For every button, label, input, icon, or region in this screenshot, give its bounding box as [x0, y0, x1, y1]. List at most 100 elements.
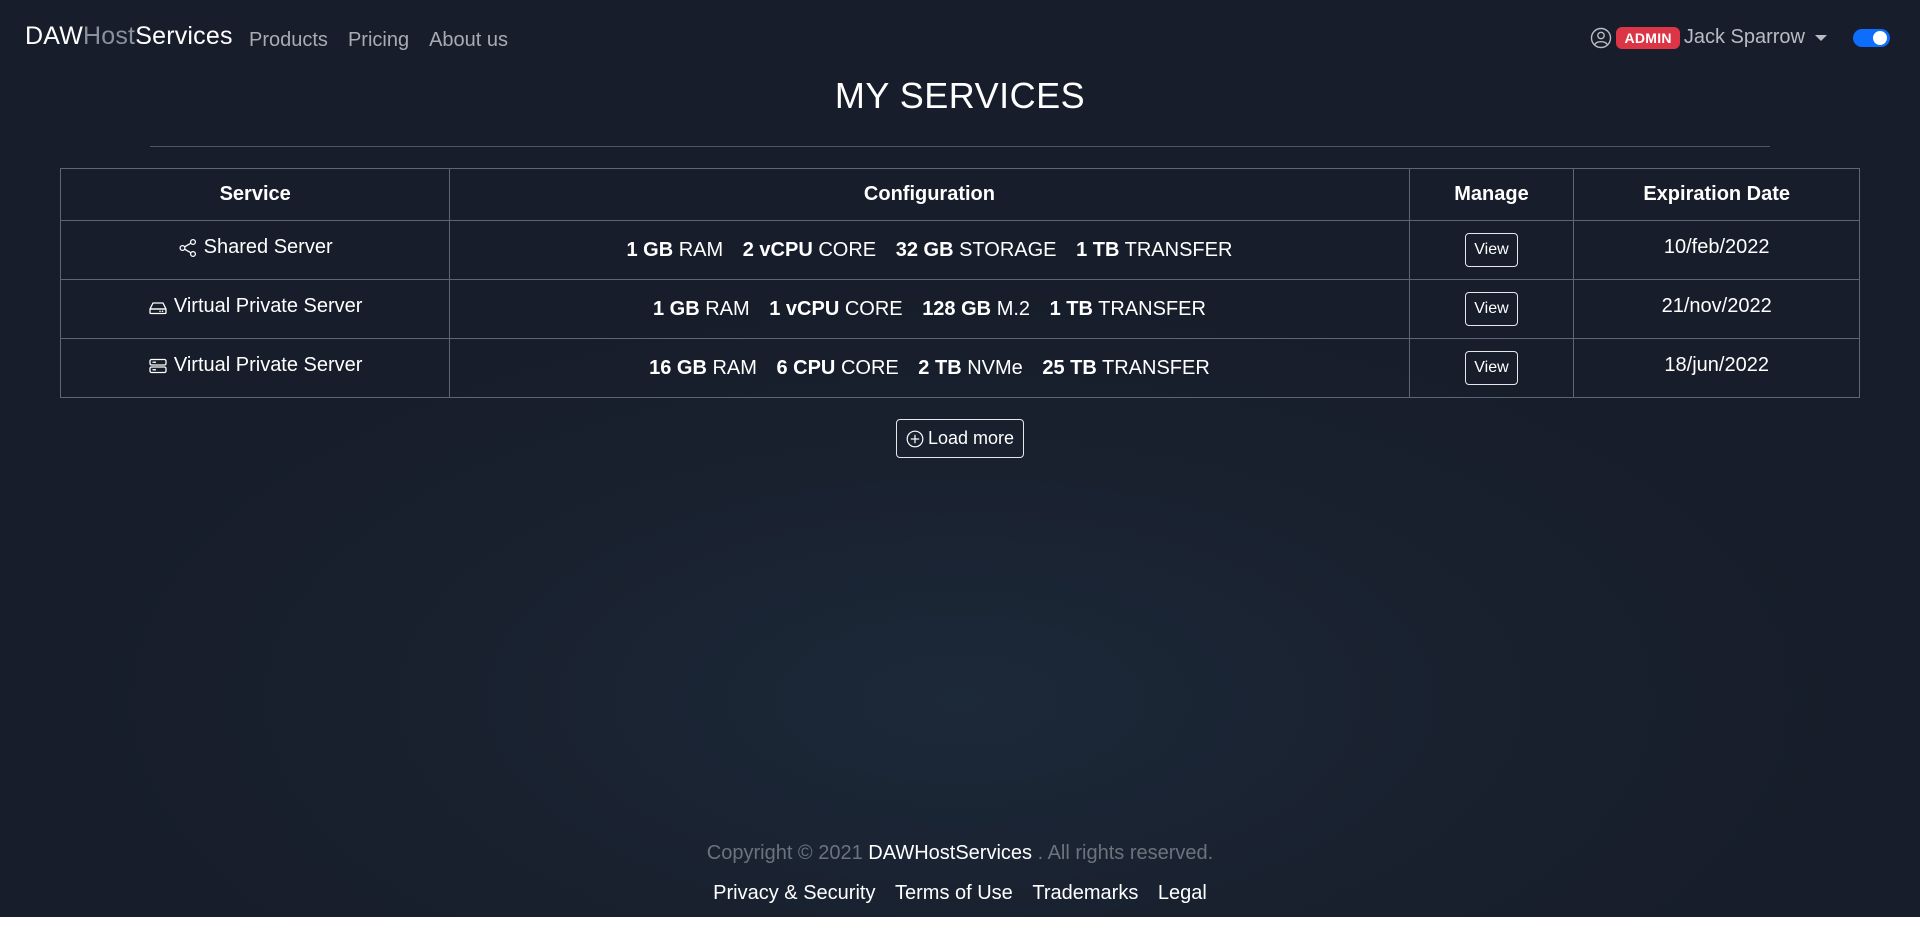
- footer-link-legal[interactable]: Legal: [1158, 882, 1207, 904]
- expiration-cell: 10/feb/2022: [1573, 220, 1860, 280]
- user-menu-name[interactable]: Jack Sparrow: [1684, 26, 1805, 49]
- config-cell: 1 GB RAM 2 vCPU CORE 32 GB STORAGE 1 TB …: [449, 220, 1410, 280]
- copyright-brand-link[interactable]: DAWHostServices: [868, 842, 1032, 864]
- config-value: 1 GB: [652, 297, 700, 320]
- header-configuration: Configuration: [449, 168, 1410, 221]
- copyright: Copyright © 2021 DAWHostServices . All r…: [0, 842, 1920, 865]
- footer-link-trademarks[interactable]: Trademarks: [1032, 882, 1138, 904]
- title-divider: [150, 146, 1770, 147]
- config-unit: RAM: [712, 356, 757, 379]
- config-cell: 1 GB RAM 1 vCPU CORE 128 GB M.2 1 TB TRA…: [449, 279, 1410, 339]
- brand-logo[interactable]: DAWHostServices: [25, 22, 233, 51]
- config-ram: 1 GB RAM: [626, 239, 723, 261]
- config-value: 2 vCPU: [742, 238, 813, 261]
- header-service: Service: [59, 168, 451, 221]
- nav-link-pricing[interactable]: Pricing: [348, 29, 409, 52]
- config-unit: NVMe: [967, 356, 1023, 379]
- manage-cell: View: [1408, 338, 1575, 398]
- config-value: 25 TB: [1042, 356, 1097, 379]
- theme-toggle[interactable]: [1853, 28, 1890, 47]
- config-unit: CORE: [818, 238, 877, 261]
- view-service-button[interactable]: View: [1465, 292, 1518, 326]
- nav-links: Products Pricing About us: [249, 29, 528, 52]
- config-cpu: 1 vCPU CORE: [769, 298, 902, 320]
- config-value: 1 TB: [1076, 238, 1120, 261]
- expiration-date: 10/feb/2022: [1663, 235, 1770, 258]
- view-service-button[interactable]: View: [1465, 351, 1518, 385]
- config-cell: 16 GB RAM 6 CPU CORE 2 TB NVMe 25 TB TRA…: [449, 338, 1410, 398]
- table-header-row: Service Configuration Manage Expiration …: [59, 168, 1860, 221]
- plus-circle-icon: [906, 430, 924, 447]
- expiration-date: 21/nov/2022: [1661, 294, 1772, 317]
- config-unit: CORE: [844, 297, 903, 320]
- config-ram: 1 GB RAM: [653, 298, 750, 320]
- header-expiration: Expiration Date: [1573, 168, 1860, 221]
- config-transfer: 25 TB TRANSFER: [1042, 357, 1209, 379]
- header-manage: Manage: [1408, 168, 1575, 221]
- brand-part-services: Services: [135, 22, 233, 50]
- config-ram: 16 GB RAM: [649, 357, 757, 379]
- config-unit: RAM: [678, 238, 724, 261]
- config-unit: CORE: [840, 356, 899, 379]
- brand-part-daw: DAW: [25, 22, 83, 50]
- config-storage: 32 GB STORAGE: [896, 239, 1057, 261]
- server-stack-icon: [149, 358, 167, 373]
- config-storage: 128 GB M.2: [922, 298, 1030, 320]
- config-unit: RAM: [705, 297, 750, 320]
- config-value: 128 GB: [922, 297, 992, 320]
- config-transfer: 1 TB TRANSFER: [1076, 239, 1232, 261]
- manage-cell: View: [1408, 220, 1575, 280]
- config-unit: TRANSFER: [1098, 297, 1206, 320]
- copyright-prefix: Copyright © 2021: [706, 842, 863, 864]
- config-value: 32 GB: [895, 238, 954, 261]
- share-icon: [179, 238, 196, 257]
- config-value: 1 TB: [1049, 297, 1093, 320]
- table-row: Shared Server 1 GB RAM 2 vCPU CORE 32 GB…: [59, 220, 1860, 280]
- expiration-cell: 21/nov/2022: [1573, 279, 1860, 339]
- service-cell: Shared Server: [59, 220, 451, 280]
- app-root: DAWHostServices Products Pricing About u…: [0, 0, 1920, 917]
- config-value: 2 TB: [918, 356, 962, 379]
- config-value: 16 GB: [649, 356, 707, 379]
- expiration-date: 18/jun/2022: [1664, 353, 1769, 376]
- footer-link-privacy[interactable]: Privacy & Security: [713, 882, 875, 904]
- config-value: 1 vCPU: [769, 297, 840, 320]
- view-service-button[interactable]: View: [1465, 233, 1518, 267]
- toggle-knob: [1873, 30, 1887, 45]
- table-row: Virtual Private Server 1 GB RAM 1 vCPU C…: [59, 279, 1860, 339]
- service-name: Virtual Private Server: [173, 295, 363, 318]
- user-area: ADMIN Jack Sparrow: [1590, 26, 1890, 49]
- hdd-icon: [149, 302, 167, 314]
- nav-link-products[interactable]: Products: [249, 29, 328, 52]
- service-cell: Virtual Private Server: [59, 279, 451, 339]
- config-storage: 2 TB NVMe: [918, 357, 1022, 379]
- config-unit: TRANSFER: [1102, 356, 1210, 379]
- user-circle-icon: [1591, 27, 1612, 48]
- footer-links: Privacy & Security Terms of Use Trademar…: [0, 882, 1920, 905]
- expiration-cell: 18/jun/2022: [1573, 338, 1860, 398]
- services-table-wrapper: Service Configuration Manage Expiration …: [59, 168, 1860, 398]
- footer-link-terms[interactable]: Terms of Use: [895, 882, 1013, 904]
- page-title: MY SERVICES: [834, 75, 1086, 116]
- config-value: 6 CPU: [776, 356, 836, 379]
- service-name: Virtual Private Server: [173, 354, 363, 377]
- services-table: Service Configuration Manage Expiration …: [59, 168, 1860, 398]
- config-unit: TRANSFER: [1124, 238, 1233, 261]
- chevron-down-icon[interactable]: [1815, 34, 1827, 41]
- nav-link-about[interactable]: About us: [429, 29, 508, 52]
- config-value: 1 GB: [626, 238, 674, 261]
- navbar: DAWHostServices Products Pricing About u…: [0, 0, 1920, 78]
- config-unit: M.2: [996, 297, 1031, 320]
- load-more-button[interactable]: Load more: [896, 419, 1024, 458]
- config-transfer: 1 TB TRANSFER: [1050, 298, 1206, 320]
- admin-badge: ADMIN: [1616, 26, 1680, 49]
- config-cpu: 6 CPU CORE: [776, 357, 898, 379]
- service-cell: Virtual Private Server: [59, 338, 451, 398]
- manage-cell: View: [1408, 279, 1575, 339]
- service-name: Shared Server: [203, 236, 333, 259]
- config-unit: STORAGE: [959, 238, 1057, 261]
- load-more-label: Load more: [927, 428, 1015, 448]
- brand-part-host: Host: [83, 22, 136, 50]
- copyright-suffix: . All rights reserved.: [1037, 842, 1214, 864]
- config-cpu: 2 vCPU CORE: [743, 239, 876, 261]
